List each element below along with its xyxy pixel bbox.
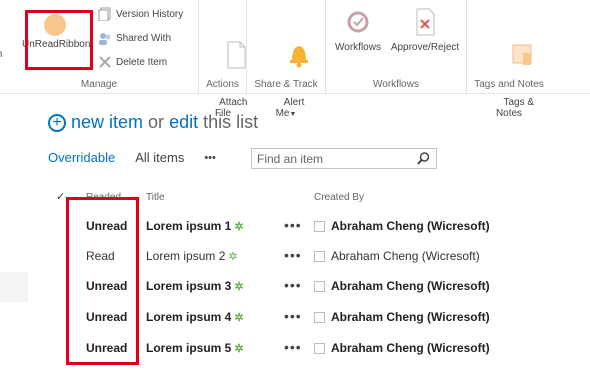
tags-notes-group-label: Tags and Notes <box>474 79 544 90</box>
tags-notes-group: Tags & Notes Tags and Notes <box>467 0 551 119</box>
delete-item-button[interactable]: Delete Item <box>98 54 167 70</box>
item-title-link[interactable]: Lorem ipsum 4 <box>146 310 231 324</box>
highlight-box-ribbon <box>25 10 93 70</box>
created-by[interactable]: Abraham Cheng (Wicresoft) <box>331 219 490 233</box>
share-track-group: Alert Me▼ Share & Track <box>247 0 326 119</box>
shared-with-button[interactable]: Shared With <box>98 30 171 46</box>
or-text: or <box>148 112 165 132</box>
approve-reject-label: Approve/Reject <box>390 42 460 53</box>
item-menu-button[interactable]: ••• <box>284 217 302 233</box>
bell-icon <box>265 30 309 83</box>
version-history-icon <box>98 7 112 22</box>
workflows-group: Workflows Approve/Reject Workflows <box>326 0 467 93</box>
new-item-link[interactable]: new item <box>71 112 143 133</box>
edit-link[interactable]: edit <box>169 112 198 133</box>
item-menu-button[interactable]: ••• <box>284 339 302 355</box>
new-marker-icon: ✲ <box>234 311 244 324</box>
new-marker-icon: ✲ <box>234 280 244 293</box>
workflows-button[interactable]: Workflows <box>330 8 386 53</box>
approve-reject-button[interactable]: Approve/Reject <box>388 8 462 53</box>
created-by[interactable]: Abraham Cheng (Wicresoft) <box>331 279 490 293</box>
highlight-box-readed <box>66 197 139 365</box>
version-history-label: Version History <box>116 8 184 20</box>
new-marker-icon: ✲ <box>234 220 244 233</box>
plus-circle-icon[interactable]: + <box>48 113 66 132</box>
this-list-text: this list <box>203 112 259 132</box>
created-by[interactable]: Abraham Cheng (Wicresoft) <box>331 310 490 324</box>
attach-file-icon <box>203 30 246 83</box>
shared-with-label: Shared With <box>116 32 172 44</box>
version-history-button[interactable]: Version History <box>98 6 183 22</box>
item-title-link[interactable]: Lorem ipsum 5 <box>146 341 231 355</box>
presence-icon <box>314 312 325 323</box>
presence-icon <box>314 343 325 354</box>
search-input[interactable]: Find an item <box>257 152 323 166</box>
workflows-icon <box>330 8 386 39</box>
manage-group-label: Manage <box>80 79 118 90</box>
shared-with-icon <box>98 31 112 45</box>
workflows-label: Workflows <box>335 42 381 53</box>
select-all-check-icon[interactable]: ✓ <box>56 190 65 203</box>
tags-icon <box>487 30 532 83</box>
chevron-down-icon: ▼ <box>289 111 297 118</box>
workflows-group-label: Workflows <box>373 79 419 90</box>
alert-partial-button[interactable]: lt m <box>0 38 8 60</box>
tags-notes-button[interactable]: Tags & Notes <box>487 8 535 130</box>
created-by[interactable]: Abraham Cheng (Wicresoft) <box>331 341 490 355</box>
created-by[interactable]: Abraham Cheng (Wicresoft) <box>331 249 480 263</box>
column-header-created-by[interactable]: Created By <box>314 192 364 203</box>
presence-icon <box>314 281 325 292</box>
item-title-link[interactable]: Lorem ipsum 1 <box>146 219 231 233</box>
presence-icon <box>314 251 325 262</box>
view-overridable[interactable]: Overridable <box>48 150 115 165</box>
presence-icon <box>314 221 325 232</box>
views-more-button[interactable]: ••• <box>204 152 216 164</box>
tags-notes-label: Tags & Notes <box>495 97 535 119</box>
item-title-link[interactable]: Lorem ipsum 3 <box>146 279 231 293</box>
view-selector: Overridable All items ••• <box>48 150 236 165</box>
approve-reject-icon <box>388 8 462 39</box>
search-icon[interactable] <box>417 152 430 168</box>
new-marker-icon: ✲ <box>234 342 244 355</box>
new-marker-icon: ✲ <box>228 250 238 263</box>
delete-item-label: Delete Item <box>116 56 168 68</box>
actions-group-label: Actions <box>206 79 239 90</box>
alert-me-button[interactable]: Alert Me▼ <box>265 8 309 131</box>
item-title-link[interactable]: Lorem ipsum 2 <box>146 249 225 263</box>
column-header-title[interactable]: Title <box>146 192 165 203</box>
search-box[interactable]: Find an item <box>251 148 437 169</box>
item-menu-button[interactable]: ••• <box>284 247 302 263</box>
delete-x-icon <box>98 55 112 69</box>
item-menu-button[interactable]: ••• <box>284 277 302 293</box>
actions-group: Attach File Actions <box>199 0 247 119</box>
command-bar: + new item or edit this list <box>48 112 258 133</box>
item-menu-button[interactable]: ••• <box>284 308 302 324</box>
share-track-group-label: Share & Track <box>254 79 318 90</box>
view-all-items[interactable]: All items <box>135 150 184 165</box>
